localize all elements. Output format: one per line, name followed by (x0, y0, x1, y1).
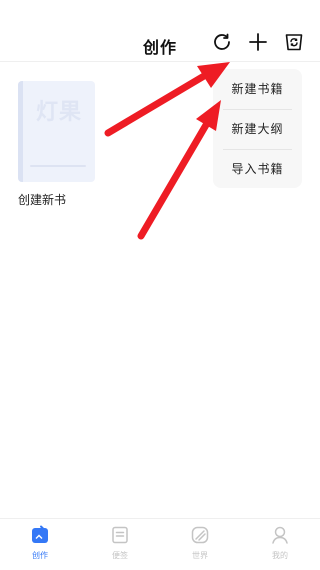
add-dropdown-menu: 新建书籍 新建大纲 导入书籍 (213, 69, 302, 188)
tab-world-label: 世界 (192, 551, 208, 560)
tab-create[interactable]: 创作 (10, 525, 70, 569)
header-divider (0, 61, 320, 62)
plus-icon[interactable] (247, 31, 269, 53)
book-cover-caption (30, 165, 86, 167)
refresh-icon[interactable] (211, 31, 233, 53)
profile-tab-icon (272, 526, 288, 544)
tab-mine-label: 我的 (272, 551, 288, 560)
create-tab-icon (32, 525, 48, 543)
tab-notes-label: 便签 (112, 551, 128, 560)
menu-item-import-book[interactable]: 导入书籍 (213, 150, 302, 189)
annotation-arrow-shaft (104, 72, 208, 137)
header-bar: 创作 (0, 0, 320, 62)
world-tab-icon (191, 526, 209, 544)
book-cover-logo: 灯果 (36, 100, 83, 125)
tab-mine[interactable]: 我的 (250, 525, 310, 569)
book-spine (18, 81, 23, 182)
tab-create-label: 创作 (32, 551, 48, 560)
menu-item-new-book[interactable]: 新建书籍 (213, 70, 302, 109)
annotation-arrow-shaft (137, 121, 210, 240)
new-book-label[interactable]: 创建新书 (18, 191, 66, 208)
bottom-tab-bar: 创作 便签 世界 我的 (0, 518, 320, 570)
notes-tab-icon (112, 526, 128, 544)
page-title: 创作 (143, 38, 178, 57)
menu-item-new-outline[interactable]: 新建大纲 (213, 110, 302, 149)
new-book-card[interactable]: 灯果 (18, 81, 95, 182)
tab-world[interactable]: 世界 (170, 525, 230, 569)
tab-notes[interactable]: 便签 (90, 525, 150, 569)
recycle-bin-icon[interactable] (283, 31, 305, 53)
